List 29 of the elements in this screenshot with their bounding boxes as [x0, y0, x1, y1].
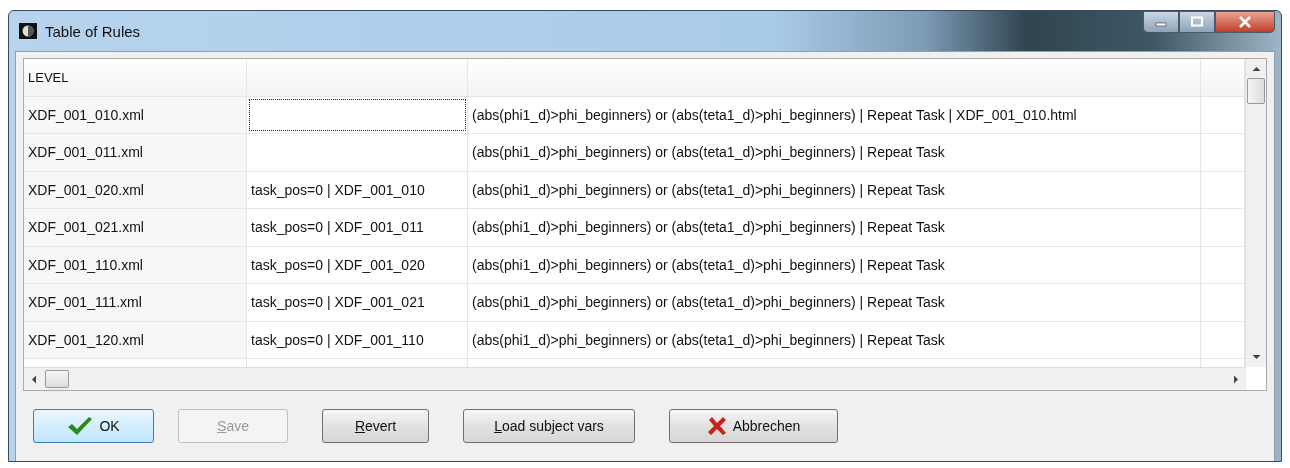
ok-button[interactable]: OK [33, 409, 154, 443]
table-cell: XDF_001_021.xml [24, 209, 247, 246]
dialog-button[interactable]: Load subject vars [463, 409, 635, 443]
table-cell: XDF_001_111.xml [24, 284, 247, 321]
close-button[interactable] [1215, 11, 1275, 33]
scroll-left-icon[interactable] [31, 374, 37, 384]
scroll-right-icon[interactable] [1233, 374, 1239, 384]
column-header: LEVEL [24, 59, 247, 96]
app-icon [19, 23, 37, 39]
table-cell: XDF_001_110.xml [24, 246, 247, 283]
scroll-thumb[interactable] [45, 370, 69, 388]
scroll-down-icon[interactable] [1251, 354, 1261, 360]
dialog-button[interactable]: Revert [322, 409, 429, 443]
vertical-scrollbar[interactable] [1245, 59, 1266, 367]
horizontal-scrollbar[interactable] [24, 367, 1246, 390]
table-cell: XDF_001_010.xml [24, 96, 247, 133]
scroll-up-icon[interactable] [1251, 66, 1261, 72]
minimize-button[interactable] [1143, 11, 1179, 33]
maximize-button[interactable] [1179, 11, 1215, 33]
cancel-button[interactable]: Abbrechen [669, 409, 838, 443]
scroll-thumb[interactable] [1247, 78, 1265, 104]
table-cell: XDF_001_120.xml [24, 321, 247, 358]
window-title: Table of Rules [45, 22, 141, 40]
close-icon [1238, 16, 1252, 28]
table-cell: XDF_001_011.xml [24, 134, 247, 171]
cross-icon [706, 416, 727, 436]
maximize-icon [1190, 16, 1204, 28]
table-cell: XDF_001_020.xml [24, 171, 247, 208]
checkmark-icon [67, 416, 94, 436]
